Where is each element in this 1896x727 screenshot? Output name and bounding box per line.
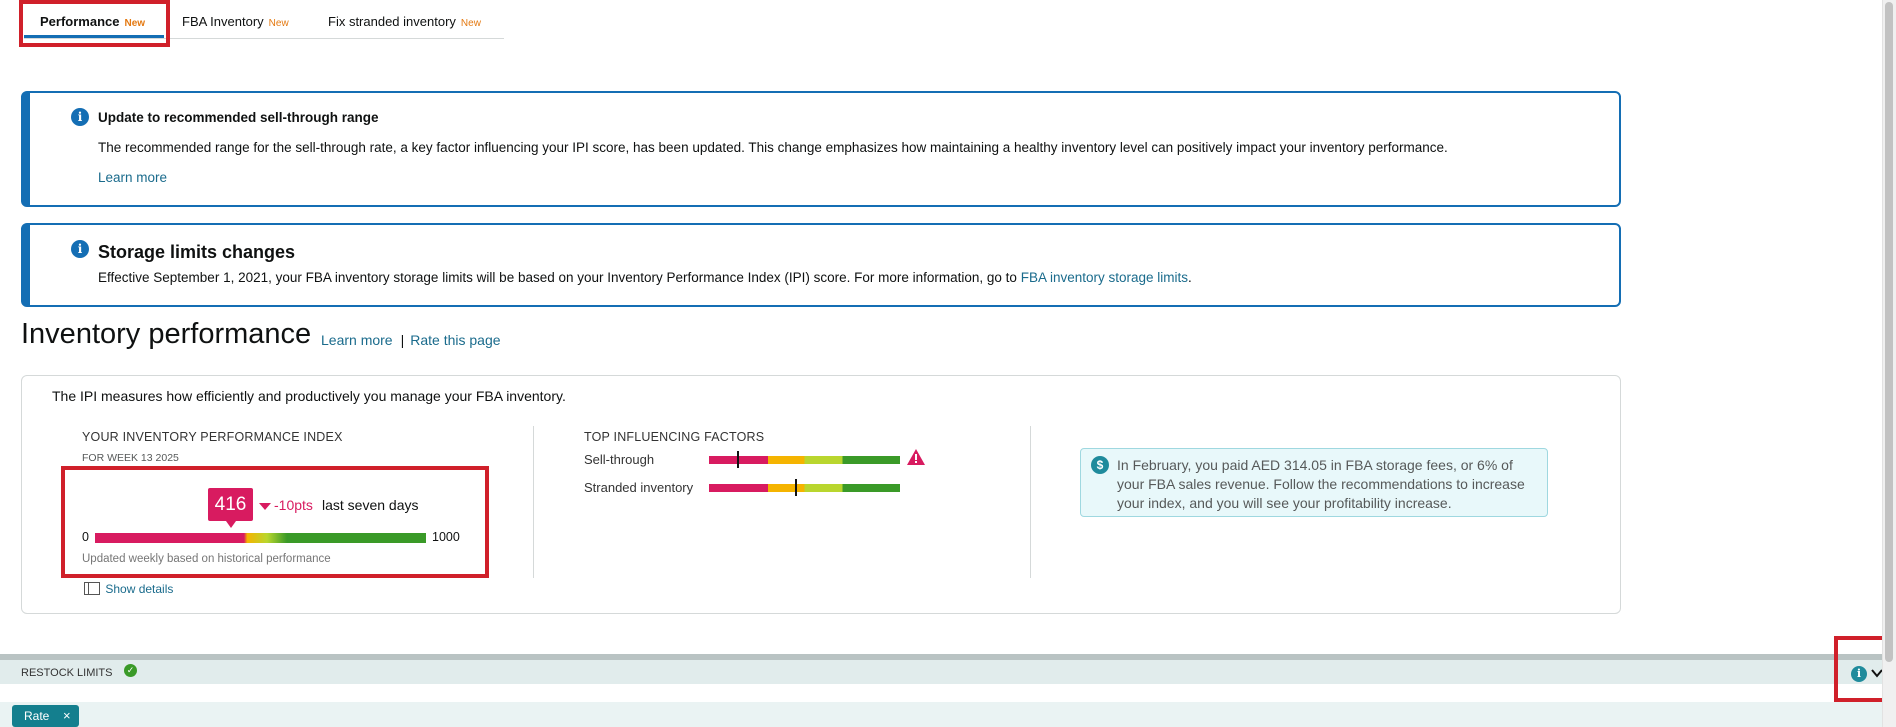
- info-icon: i: [71, 240, 89, 258]
- scrollbar-thumb[interactable]: [1885, 2, 1893, 662]
- bottom-strip: [0, 702, 1896, 727]
- stranded-inventory-bar: [709, 484, 900, 492]
- rate-page-link[interactable]: Rate this page: [410, 332, 500, 348]
- tab-bar: Performance New FBA Inventory New Fix stra…: [24, 0, 504, 39]
- ipi-change: -10pts: [274, 497, 313, 513]
- banner-text: The recommended range for the sell-throu…: [98, 140, 1448, 155]
- ipi-score: 416: [214, 494, 247, 515]
- tab-label: Performance: [40, 14, 120, 29]
- divider: [1030, 426, 1031, 578]
- ipi-period: last seven days: [322, 497, 419, 513]
- show-details-link[interactable]: Show details: [84, 582, 173, 596]
- rate-button[interactable]: Rate ×: [12, 705, 79, 727]
- tab-fix-stranded-inventory[interactable]: Fix stranded inventory New: [328, 14, 481, 29]
- factors-title: TOP INFLUENCING FACTORS: [584, 430, 765, 444]
- ipi-title: YOUR INVENTORY PERFORMANCE INDEX: [82, 430, 343, 444]
- info-icon[interactable]: i: [1851, 666, 1867, 682]
- active-tab-indicator: [24, 35, 164, 38]
- ipi-score-badge: 416: [208, 488, 253, 528]
- new-badge: New: [124, 18, 146, 29]
- sell-through-marker: [737, 451, 739, 468]
- new-badge: New: [460, 18, 481, 29]
- tab-label: FBA Inventory: [182, 14, 264, 29]
- banner-text-row: Effective September 1, 2021, your FBA in…: [98, 270, 1192, 285]
- storage-fees-callout: $ In February, you paid AED 314.05 in FB…: [1080, 448, 1548, 517]
- factor-label: Stranded inventory: [584, 480, 694, 495]
- down-arrow-icon: [259, 503, 271, 510]
- check-icon: ✓: [124, 664, 137, 677]
- vertical-scrollbar[interactable]: [1882, 0, 1896, 727]
- show-details-label: Show details: [105, 582, 174, 596]
- ipi-note: Updated weekly based on historical perfo…: [82, 553, 331, 565]
- banner-title: Update to recommended sell-through range: [98, 110, 379, 125]
- restock-limits-bar[interactable]: RESTOCK LIMITS ✓ i: [0, 654, 1896, 684]
- divider: [533, 426, 534, 578]
- callout-text: In February, you paid AED 314.05 in FBA …: [1117, 457, 1525, 511]
- storage-limits-banner: i Storage limits changes Effective Septe…: [21, 223, 1621, 307]
- ipi-min: 0: [82, 530, 89, 544]
- learn-more-link[interactable]: Learn more: [321, 332, 393, 348]
- dollar-icon: $: [1091, 456, 1109, 474]
- details-panel-icon: [84, 582, 100, 595]
- ipi-intro: The IPI measures how efficiently and pro…: [52, 388, 566, 404]
- tab-label: Fix stranded inventory: [328, 14, 456, 29]
- rate-label: Rate: [24, 709, 50, 723]
- ipi-max: 1000: [432, 530, 460, 544]
- tab-fba-inventory[interactable]: FBA Inventory New: [182, 14, 289, 29]
- ipi-week: FOR WEEK 13 2025: [82, 452, 179, 464]
- warning-icon: [907, 449, 925, 465]
- ipi-gauge-bar: [95, 533, 426, 543]
- separator: |: [400, 332, 405, 348]
- stranded-inventory-marker: [795, 479, 797, 496]
- restock-limits-label: RESTOCK LIMITS: [21, 667, 113, 679]
- banner-text: Effective September 1, 2021, your FBA in…: [98, 270, 1017, 285]
- info-icon: i: [71, 108, 89, 126]
- learn-more-link[interactable]: Learn more: [98, 170, 167, 185]
- factor-label: Sell-through: [584, 452, 655, 467]
- banner-period: .: [1188, 270, 1192, 285]
- storage-limits-link[interactable]: FBA inventory storage limits: [1021, 270, 1188, 285]
- new-badge: New: [268, 18, 289, 29]
- close-icon[interactable]: ×: [63, 708, 71, 723]
- tab-performance[interactable]: Performance New: [40, 14, 145, 29]
- heading-links: Learn more | Rate this page: [321, 332, 501, 348]
- page-title: Inventory performance: [21, 318, 312, 350]
- banner-title: Storage limits changes: [98, 242, 296, 262]
- sell-through-update-banner: i Update to recommended sell-through ran…: [21, 91, 1621, 207]
